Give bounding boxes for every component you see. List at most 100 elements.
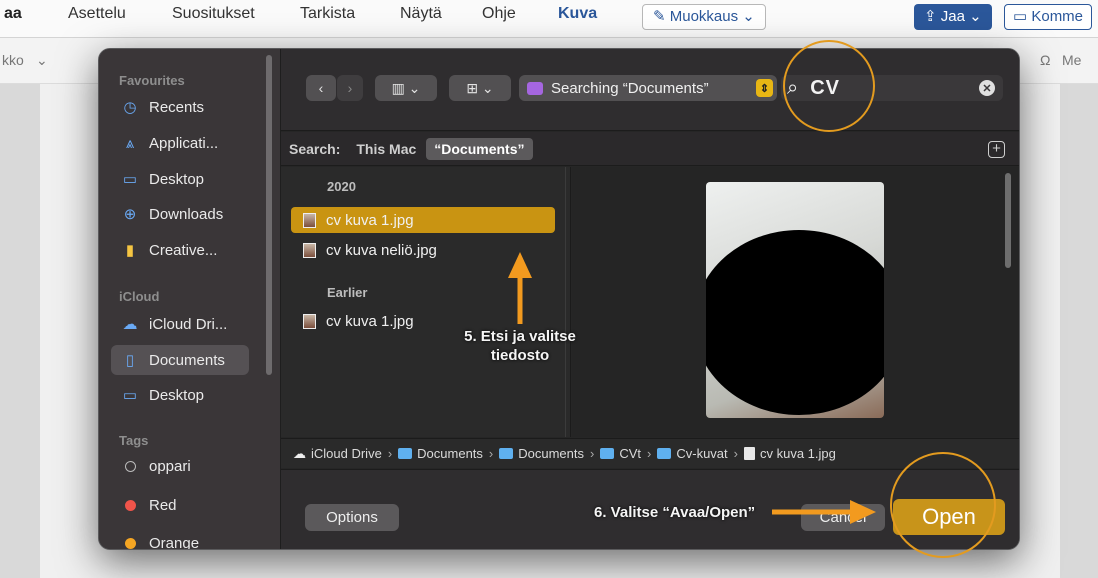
- tab-suggestions[interactable]: Suositukset: [172, 0, 255, 28]
- file-open-dialog: Favourites ◷ Recents ⩓ Applicati... ▭ Deskt…: [98, 48, 1020, 550]
- chevron-down-icon[interactable]: ⌄: [36, 52, 48, 69]
- path-item-cv-kuvat[interactable]: Cv-kuvat: [657, 446, 728, 461]
- path-item-icloud-drive[interactable]: ☁ iCloud Drive: [293, 446, 382, 462]
- chevron-left-icon: ‹: [318, 80, 324, 96]
- tab-file[interactable]: aa: [4, 0, 22, 28]
- tag-dot-icon: [119, 499, 141, 511]
- tab-review[interactable]: Tarkista: [300, 0, 355, 28]
- tab-view[interactable]: Näytä: [400, 0, 442, 28]
- chevron-down-icon: ⌄: [738, 8, 755, 25]
- sidebar-tag-orange[interactable]: Orange: [111, 528, 249, 549]
- folder-icon: [398, 448, 413, 459]
- edit-mode-button[interactable]: ✎ Muokkaus ⌄: [642, 4, 766, 30]
- search-scope-label: Search:: [289, 140, 341, 157]
- applications-icon: ⩓: [125, 134, 135, 152]
- sidebar-item-icloud-desktop[interactable]: ▭ Desktop: [111, 380, 249, 410]
- folder-icon: [600, 448, 615, 459]
- favourites-heading: Favourites: [119, 73, 185, 88]
- desktop-icon: ▭: [122, 171, 138, 188]
- comment-icon: ▭: [1013, 8, 1032, 25]
- clock-icon: ◷: [123, 99, 137, 116]
- icloud-heading: iCloud: [119, 289, 160, 304]
- view-mode-button[interactable]: ▥ ⌄: [375, 75, 437, 101]
- share-icon: ⇪: [924, 8, 941, 25]
- sidebar-item-creative[interactable]: ▮ Creative...: [111, 235, 249, 265]
- tab-layout[interactable]: Asettelu: [68, 0, 126, 28]
- tag-dot-icon: [119, 537, 141, 549]
- arrow-right-icon: [772, 500, 876, 524]
- dialog-toolbar: ‹ › ▥ ⌄ ⊞ ⌄ Searching “Documents” ⇕ ⌕ CV…: [281, 49, 1019, 131]
- chevron-down-icon: ⌄: [964, 8, 982, 25]
- document-icon: ▯: [125, 352, 135, 369]
- file-icon: [744, 447, 755, 460]
- preview-pane: [572, 167, 1019, 437]
- stepper-icon: ⇕: [756, 79, 773, 97]
- chevron-right-icon: ›: [488, 446, 494, 461]
- list-item[interactable]: cv kuva 1.jpg: [291, 207, 555, 233]
- path-item-cvt[interactable]: CVt: [600, 446, 641, 461]
- back-button[interactable]: ‹: [306, 75, 336, 101]
- chevron-right-icon: ›: [647, 446, 652, 461]
- ribbon-left-label[interactable]: kko: [2, 52, 24, 68]
- forward-button[interactable]: ›: [337, 75, 363, 101]
- sidebar-scrollbar[interactable]: [266, 55, 272, 375]
- folder-icon: [527, 81, 543, 95]
- sidebar-item-applications[interactable]: ⩓ Applicati...: [111, 128, 249, 158]
- scope-documents[interactable]: “Documents”: [426, 137, 533, 160]
- sidebar-tag-red[interactable]: Red: [111, 490, 249, 520]
- chevron-right-icon: ›: [387, 446, 393, 461]
- tab-help[interactable]: Ohje: [482, 0, 516, 28]
- path-item-documents[interactable]: Documents: [398, 446, 483, 461]
- highlight-circle-search: [783, 40, 875, 132]
- path-item-file[interactable]: cv kuva 1.jpg: [744, 446, 836, 461]
- scope-this-mac[interactable]: This Mac: [356, 141, 416, 157]
- redaction-circle: [706, 230, 884, 415]
- path-item-documents-2[interactable]: Documents: [499, 446, 584, 461]
- grid-icon: ⊞ ⌄: [466, 79, 494, 96]
- clear-search-icon[interactable]: ✕: [979, 80, 995, 96]
- comments-button[interactable]: ▭ Komme: [1004, 4, 1093, 30]
- step5-label-line1: 5. Etsi ja valitse: [464, 328, 576, 345]
- finder-sidebar: Favourites ◷ Recents ⩓ Applicati... ▭ Deskt…: [99, 49, 281, 549]
- sidebar-item-downloads[interactable]: ⊕ Downloads: [111, 199, 249, 229]
- sidebar-item-icloud-drive[interactable]: ☁ iCloud Dri...: [111, 309, 249, 339]
- add-criteria-icon[interactable]: +: [988, 141, 1005, 158]
- group-heading-earlier: Earlier: [327, 285, 368, 300]
- image-file-icon: [303, 212, 316, 228]
- preview-scrollbar[interactable]: [1005, 173, 1011, 268]
- sidebar-item-documents[interactable]: ▯ Documents: [111, 345, 249, 375]
- group-heading-2020: 2020: [327, 179, 356, 194]
- image-file-icon: [303, 313, 316, 329]
- tags-heading: Tags: [119, 433, 149, 448]
- options-button[interactable]: Options: [305, 504, 399, 531]
- sidebar-item-desktop[interactable]: ▭ Desktop: [111, 164, 249, 194]
- chevron-right-icon: ›: [590, 446, 595, 461]
- file-icon: ▮: [125, 242, 135, 259]
- pencil-icon: ✎: [653, 8, 670, 25]
- chevron-right-icon: ›: [347, 80, 353, 96]
- arrow-up-icon: [508, 252, 532, 324]
- group-button[interactable]: ⊞ ⌄: [449, 75, 511, 101]
- chevron-right-icon: ›: [733, 446, 738, 461]
- ribbon-right-label[interactable]: Me: [1062, 52, 1081, 68]
- omega-icon[interactable]: Ω: [1040, 52, 1050, 68]
- folder-icon: [657, 448, 672, 459]
- desktop-icon: ▭: [122, 387, 138, 404]
- folder-icon: [499, 448, 514, 459]
- download-icon: ⊕: [123, 206, 137, 223]
- step5-label-line2: tiedosto: [490, 347, 550, 364]
- tab-picture[interactable]: Kuva: [558, 0, 597, 28]
- columns-icon: ▥ ⌄: [391, 79, 421, 96]
- column-divider[interactable]: [565, 167, 566, 437]
- cloud-icon: ☁: [293, 445, 306, 461]
- sidebar-tag-oppari[interactable]: oppari: [111, 451, 249, 481]
- word-menubar: aa Asettelu Suositukset Tarkista Näytä O…: [0, 0, 1098, 38]
- tag-dot-icon: [119, 460, 141, 472]
- image-preview: [706, 182, 884, 418]
- cloud-icon: ☁: [122, 316, 138, 333]
- step6-label: 6. Valitse “Avaa/Open”: [594, 504, 756, 521]
- search-scope-bar: Search: This Mac “Documents” +: [281, 132, 1019, 166]
- share-button[interactable]: ⇪ Jaa ⌄: [914, 4, 992, 30]
- location-popup[interactable]: Searching “Documents” ⇕: [519, 75, 777, 101]
- sidebar-item-recents[interactable]: ◷ Recents: [111, 92, 249, 122]
